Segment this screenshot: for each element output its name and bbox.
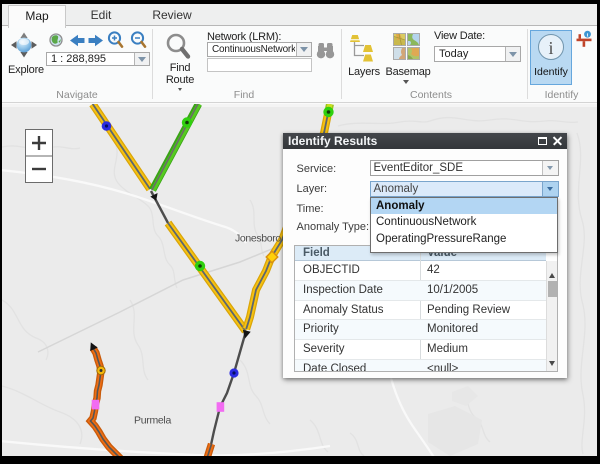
svg-text:Purmela: Purmela — [134, 415, 171, 427]
svg-text:Jonesboro: Jonesboro — [235, 233, 281, 245]
